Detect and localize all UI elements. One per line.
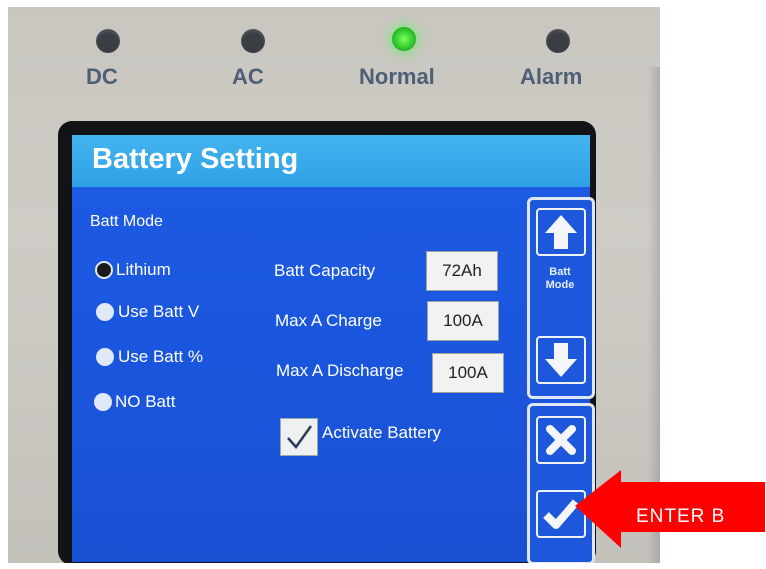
radio-use-batt-percent[interactable] [96, 348, 114, 366]
up-button[interactable] [536, 208, 586, 256]
max-a-discharge-label: Max A Discharge [276, 361, 404, 380]
radio-use-batt-v[interactable] [96, 303, 114, 321]
normal-indicator-led [392, 27, 416, 51]
ac-indicator-label: AC [232, 64, 264, 89]
side-label-line1: Batt [549, 266, 571, 278]
check-icon [543, 499, 579, 529]
radio-lithium[interactable] [95, 261, 113, 279]
enter-annotation-label: ENTER B [636, 506, 726, 527]
max-a-charge-label: Max A Charge [275, 311, 382, 330]
ac-indicator-led [241, 29, 265, 53]
activate-battery-checkbox[interactable] [280, 418, 318, 456]
batt-capacity-label: Batt Capacity [274, 261, 376, 280]
lcd-screen: Battery Setting Batt Mode Lithium Use Ba… [72, 135, 595, 563]
radio-label-no-batt[interactable]: NO Batt [115, 392, 175, 412]
side-label-line2: Mode [545, 279, 575, 291]
max-a-discharge-field[interactable]: 100A [432, 353, 504, 393]
title-bar: Battery Setting [72, 135, 590, 187]
radio-label-use-batt-percent[interactable]: Use Batt % [118, 347, 203, 367]
activate-battery-label[interactable]: Activate Battery [322, 423, 441, 443]
down-arrow-icon [545, 343, 577, 377]
normal-indicator-label: Normal [359, 64, 435, 89]
batt-mode-heading: Batt Mode [90, 213, 163, 230]
batt-mode-side-label: Batt Mode [542, 266, 578, 292]
batt-mode-nav-panel: Batt Mode [527, 197, 595, 399]
up-arrow-icon [545, 215, 577, 249]
checkmark-icon [287, 425, 313, 450]
batt-capacity-field[interactable]: 72Ah [426, 251, 498, 291]
alarm-indicator-label: Alarm [520, 64, 583, 89]
max-a-charge-field[interactable]: 100A [427, 301, 499, 341]
close-icon [546, 425, 576, 455]
radio-label-use-batt-v[interactable]: Use Batt V [118, 302, 199, 322]
alarm-indicator-led [546, 29, 570, 53]
radio-label-lithium[interactable]: Lithium [116, 260, 171, 280]
device-photo: DC AC Normal Alarm Battery Setting Batt … [8, 7, 660, 563]
dc-indicator-led [96, 29, 120, 53]
page-title: Battery Setting [92, 143, 299, 175]
cancel-button[interactable] [536, 416, 586, 464]
radio-no-batt[interactable] [94, 393, 112, 411]
down-button[interactable] [536, 336, 586, 384]
dc-indicator-label: DC [86, 64, 118, 89]
